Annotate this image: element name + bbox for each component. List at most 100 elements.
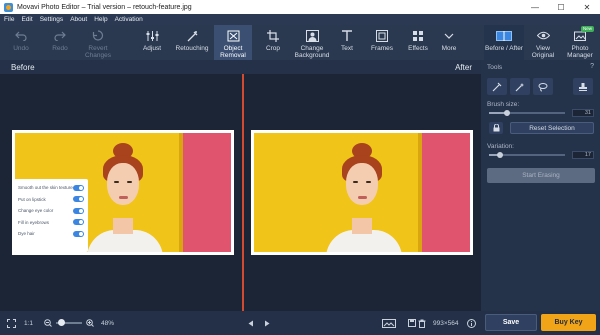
text-button[interactable]: Text [335,25,359,60]
floppy-icon [408,319,416,327]
redo-button[interactable]: Redo [46,25,74,60]
adjust-label: Adjust [142,45,162,52]
tools-panel: Tools ? Brush size: 31 Reset Selection V… [481,60,600,311]
photo-manager-label: Photo Manager [567,45,593,59]
retouch-options-popover: Smooth out the skin texture Put on lipst… [14,179,88,252]
fit-to-screen-button[interactable] [7,311,16,335]
previous-image-button[interactable] [248,311,254,335]
menu-activation[interactable]: Activation [115,16,143,23]
undo-icon [15,29,27,42]
info-button[interactable] [467,311,476,335]
brush-icon [492,82,502,91]
retouching-icon [186,29,199,42]
image-canvas[interactable]: Smooth out the skin texture Put on lipst… [0,74,481,311]
save-to-disk-button[interactable] [408,311,416,335]
zoom-out-button[interactable] [44,311,52,335]
retouching-label: Retouching [175,45,209,52]
menu-help[interactable]: Help [94,16,107,23]
brush-size-slider-thumb[interactable] [504,110,510,116]
eyebrows-toggle[interactable] [73,219,84,226]
lock-button[interactable] [489,122,503,134]
image-info-button[interactable] [382,311,396,335]
change-background-button[interactable]: Change Background [293,25,331,60]
revert-changes-button[interactable]: Revert Changes [80,25,116,60]
object-removal-button[interactable]: Object Removal [214,25,252,60]
variation-slider[interactable] [489,152,565,158]
effects-label: Effects [408,45,428,52]
menu-file[interactable]: File [4,16,14,23]
brush-size-slider[interactable] [489,110,565,116]
variation-slider-thumb[interactable] [497,152,503,158]
text-label: Text [341,45,353,52]
zoom-slider-thumb[interactable] [58,319,65,326]
after-photo-image [254,133,470,252]
lock-icon [493,124,499,132]
variation-value[interactable]: 17 [572,151,594,159]
title-bar: Movavi Photo Editor – Trial version – re… [0,0,600,14]
previous-icon [248,320,253,326]
retouch-option-row: Change eye color [18,205,84,217]
before-after-button[interactable]: Before / After [484,25,524,60]
close-button[interactable]: ✕ [574,0,600,14]
smooth-skin-toggle[interactable] [73,184,84,191]
lipstick-toggle[interactable] [73,196,84,203]
reset-selection-button[interactable]: Reset Selection [510,122,594,134]
before-after-label: Before / After [485,45,523,52]
save-button[interactable]: Save [485,314,537,331]
new-badge: New [581,26,595,32]
undo-button[interactable]: Undo [6,25,36,60]
revert-label: Revert Changes [84,45,112,59]
minimize-button[interactable]: — [522,0,548,14]
brush-tool-button[interactable] [487,78,507,95]
after-photo [251,130,473,255]
chevron-down-icon [444,29,454,42]
lasso-tool-button[interactable] [533,78,553,95]
magic-wand-tool-button[interactable] [510,78,530,95]
start-erasing-button[interactable]: Start Erasing [487,168,595,183]
dye-hair-toggle[interactable] [73,230,84,237]
retouch-option-label: Smooth out the skin texture [18,185,73,191]
crop-button[interactable]: Crop [260,25,286,60]
retouch-option-label: Change eye color [18,208,54,214]
revert-icon [92,29,104,42]
menu-about[interactable]: About [70,16,87,23]
before-after-divider[interactable] [242,74,244,311]
zoom-in-button[interactable] [86,311,94,335]
retouching-button[interactable]: Retouching [173,25,211,60]
more-button[interactable]: More [436,25,462,60]
before-label: Before [11,62,35,72]
menu-edit[interactable]: Edit [21,16,32,23]
retouch-option-label: Put on lipstick [18,196,46,202]
retouch-option-label: Fill in eyebrows [18,219,50,225]
lasso-icon [538,82,548,91]
view-original-button[interactable]: View Original [527,25,559,60]
eye-icon [536,29,550,42]
brush-size-value[interactable]: 31 [572,109,594,117]
adjust-icon [146,29,159,42]
next-image-button[interactable] [264,311,270,335]
photo-manager-icon: New [574,26,595,42]
retouch-option-row: Dye hair [18,228,84,240]
brush-size-label: Brush size: [487,101,520,108]
adjust-button[interactable]: Adjust [137,25,167,60]
maximize-button[interactable]: ☐ [548,0,574,14]
window-controls: — ☐ ✕ [522,0,600,14]
app-logo-icon [4,2,13,12]
main-toolbar: Undo Redo Revert Changes Adjust Retouchi… [0,25,600,60]
before-after-icon [496,29,512,42]
retouch-option-row: Fill in eyebrows [18,217,84,229]
menu-bar: File Edit Settings About Help Activation [0,14,600,25]
object-removal-label: Object Removal [220,45,246,59]
photo-manager-button[interactable]: New Photo Manager [562,25,598,60]
eye-color-toggle[interactable] [73,207,84,214]
help-icon[interactable]: ? [590,63,594,70]
effects-button[interactable]: Effects [404,25,432,60]
delete-button[interactable] [418,311,426,335]
stamp-tool-button[interactable] [573,78,593,95]
buy-key-button[interactable]: Buy Key [541,314,596,331]
frames-button[interactable]: Frames [368,25,396,60]
image-icon [382,318,396,328]
menu-settings[interactable]: Settings [40,16,64,23]
window-title: Movavi Photo Editor – Trial version – re… [17,3,192,11]
actual-size-button[interactable]: 1:1 [24,311,33,335]
